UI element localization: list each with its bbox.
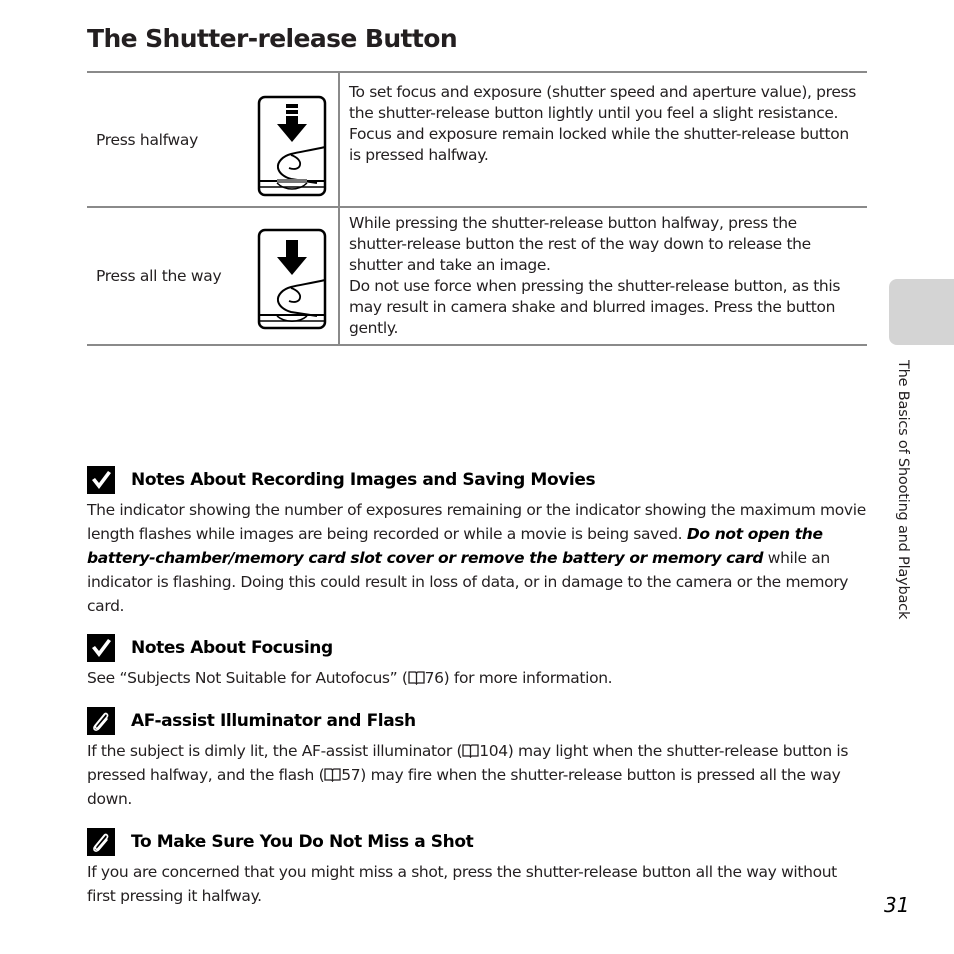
paperclip-icon <box>87 707 115 735</box>
row-label: Press all the way <box>96 267 222 285</box>
page-reference[interactable]: 76 <box>425 669 444 687</box>
chapter-title: The Basics of Shooting and Playback <box>895 360 911 620</box>
row-description: To set focus and exposure (shutter speed… <box>349 83 856 164</box>
note-focusing: Notes About Focusing See “Subjects Not S… <box>87 634 867 690</box>
note-body: The indicator showing the number of expo… <box>87 498 867 618</box>
note-title: To Make Sure You Do Not Miss a Shot <box>131 832 474 852</box>
shutter-table: Press halfway To set focus and exposure … <box>87 71 867 346</box>
page-number: 31 <box>884 893 910 917</box>
table-row-press-all-the-way: Press all the way While pressing the shu… <box>87 206 867 346</box>
checkmark-icon <box>87 634 115 662</box>
note-body: If the subject is dimly lit, the AF-assi… <box>87 739 867 811</box>
row-description-part-1: While pressing the shutter-release butto… <box>349 214 811 274</box>
note-title: Notes About Focusing <box>131 638 333 658</box>
note-text: If the subject is dimly lit, the AF-assi… <box>87 742 463 760</box>
note-recording-images: Notes About Recording Images and Saving … <box>87 466 867 618</box>
note-miss-a-shot: To Make Sure You Do Not Miss a Shot If y… <box>87 828 867 908</box>
chapter-tab <box>889 279 954 345</box>
checkmark-icon <box>87 466 115 494</box>
note-text: See “Subjects Not Suitable for Autofocus… <box>87 669 408 687</box>
note-title: Notes About Recording Images and Saving … <box>131 470 596 490</box>
paperclip-icon <box>87 828 115 856</box>
book-reference-icon[interactable] <box>324 768 341 782</box>
note-title: AF-assist Illuminator and Flash <box>131 711 416 731</box>
note-body: See “Subjects Not Suitable for Autofocus… <box>87 666 867 690</box>
press-halfway-icon <box>257 95 327 197</box>
page-title: The Shutter-release Button <box>87 24 458 53</box>
table-row-press-halfway: Press halfway To set focus and exposure … <box>87 71 867 206</box>
note-body: If you are concerned that you might miss… <box>87 863 837 905</box>
row-description: While pressing the shutter-release butto… <box>340 208 867 344</box>
book-reference-icon[interactable] <box>407 671 425 685</box>
page-reference[interactable]: 57 <box>341 766 360 784</box>
book-reference-icon[interactable] <box>462 744 479 758</box>
row-description-part-2: Do not use force when pressing the shutt… <box>349 277 841 337</box>
press-all-the-way-icon <box>257 228 327 330</box>
note-af-assist: AF-assist Illuminator and Flash If the s… <box>87 707 867 811</box>
page-reference[interactable]: 104 <box>479 742 508 760</box>
note-text: ) for more information. <box>443 669 613 687</box>
row-label: Press halfway <box>96 130 198 149</box>
